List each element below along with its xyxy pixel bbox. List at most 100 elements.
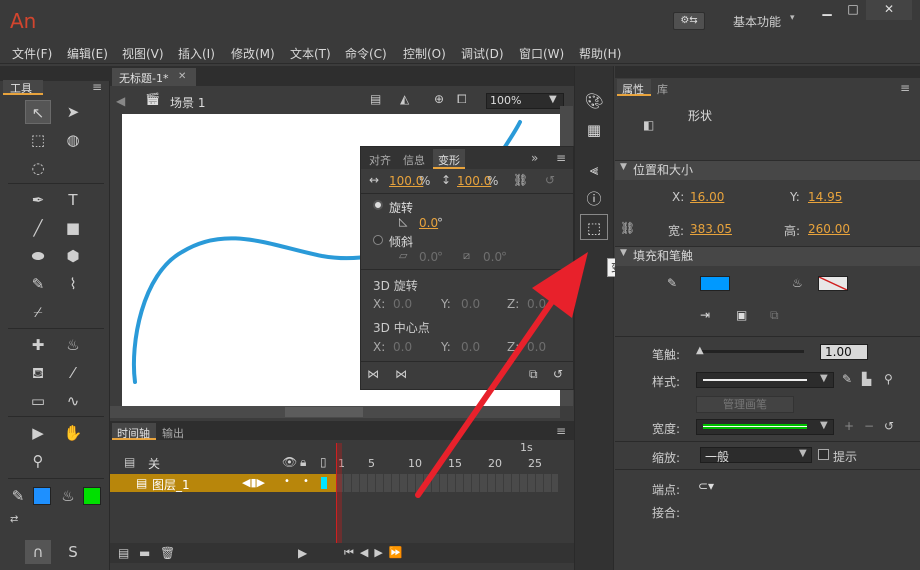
workspace-switcher[interactable]: 基本功能 bbox=[733, 13, 781, 30]
chevron-down-icon[interactable]: ▾ bbox=[790, 13, 795, 23]
c3d-y-value[interactable]: 0.0 bbox=[461, 340, 480, 354]
center-stage-icon[interactable]: ⊕ bbox=[434, 92, 444, 106]
menu-control[interactable]: 控制(O) bbox=[403, 45, 446, 62]
zoom-dropdown-icon[interactable]: ▼ bbox=[549, 94, 557, 105]
add-width-icon[interactable]: + bbox=[844, 419, 854, 433]
lock-icon[interactable]: 🔒︎ bbox=[300, 455, 306, 470]
scale-select[interactable]: 一般 bbox=[700, 447, 812, 464]
brush-library-icon[interactable]: ▙ bbox=[862, 372, 871, 386]
stroke-size-slider[interactable] bbox=[700, 350, 804, 353]
stroke-color-swatch[interactable] bbox=[700, 276, 730, 291]
playback-controls[interactable]: ⏮◀▶⏩ bbox=[344, 546, 409, 560]
remove-transform-icon[interactable]: ↺ bbox=[553, 367, 563, 381]
rot3d-y-value[interactable]: 0.0 bbox=[461, 297, 480, 311]
close-button[interactable]: ✕ bbox=[866, 0, 912, 20]
3d-rotation-tool-icon[interactable]: ◍ bbox=[60, 128, 86, 152]
menu-view[interactable]: 视图(V) bbox=[122, 45, 164, 62]
horizontal-scroll-thumb[interactable] bbox=[285, 407, 363, 417]
zoom-tool-icon[interactable]: ⚲ bbox=[25, 449, 51, 473]
fill-color-none-swatch[interactable] bbox=[818, 276, 848, 291]
tab-transform[interactable]: 变形 bbox=[438, 152, 460, 168]
layer-name[interactable]: 图层_1 bbox=[152, 476, 190, 493]
skew-h-value[interactable]: 0.0 bbox=[419, 250, 438, 264]
free-transform-tool-icon[interactable]: ⬚ bbox=[25, 128, 51, 152]
layer-outline-color[interactable] bbox=[321, 477, 327, 489]
pencil-tool-icon[interactable]: ✎ bbox=[25, 272, 51, 296]
tab-output[interactable]: 输出 bbox=[162, 425, 184, 441]
slider-thumb[interactable]: ▲ bbox=[696, 345, 704, 356]
tools-tab[interactable]: 工具 bbox=[10, 80, 32, 96]
ink-bottle-tool-icon[interactable]: ⛾ bbox=[25, 361, 51, 385]
lock-aspect-icon[interactable]: ⛓ bbox=[620, 221, 635, 235]
tab-info[interactable]: 信息 bbox=[403, 152, 425, 168]
panel-menu-icon[interactable]: ≡ bbox=[556, 151, 566, 165]
manage-brush-button[interactable]: 管理画笔 bbox=[696, 396, 794, 413]
menu-file[interactable]: 文件(F) bbox=[12, 45, 52, 62]
skew-radio[interactable] bbox=[373, 235, 383, 245]
delete-layer-icon[interactable]: 🗑︎ bbox=[160, 546, 175, 560]
rot3d-z-value[interactable]: 0.0 bbox=[527, 297, 546, 311]
new-folder-icon[interactable]: ▬ bbox=[139, 546, 150, 560]
edit-stroke-icon[interactable]: ✎ bbox=[842, 372, 852, 386]
stroke-hint-icon[interactable]: ⇥ bbox=[700, 308, 710, 322]
new-layer-icon[interactable]: ▤ bbox=[118, 546, 129, 560]
cap-style-icon[interactable]: ⊂▾ bbox=[698, 479, 714, 493]
eraser-tool-icon[interactable]: ▭ bbox=[25, 389, 51, 413]
fill-stroke-section[interactable]: 填充和笔触 bbox=[615, 246, 920, 266]
rectangle-tool-icon[interactable]: ■ bbox=[60, 216, 86, 240]
skew-v-value[interactable]: 0.0 bbox=[483, 250, 502, 264]
edit-scene-icon[interactable]: ▤ bbox=[370, 92, 381, 106]
oval-tool-icon[interactable]: ⬬ bbox=[25, 244, 51, 268]
layer-visible-dot[interactable]: • bbox=[284, 476, 290, 487]
menu-insert[interactable]: 插入(I) bbox=[178, 45, 215, 62]
width-tool-icon[interactable]: ∿ bbox=[60, 389, 86, 413]
paint-bucket-tool-icon[interactable]: ♨ bbox=[60, 333, 86, 357]
position-size-section[interactable]: 位置和大小 bbox=[615, 160, 920, 180]
panel-menu-icon[interactable]: ≡ bbox=[900, 81, 910, 95]
fill-color-swatch[interactable] bbox=[83, 487, 101, 505]
align-panel-icon[interactable]: ⫷ bbox=[580, 157, 608, 183]
flip-horizontal-icon[interactable]: ⋈ bbox=[367, 367, 379, 381]
camera-tool-icon[interactable]: ▶ bbox=[25, 421, 51, 445]
width-value[interactable]: 383.05 bbox=[690, 222, 732, 236]
rot3d-x-value[interactable]: 0.0 bbox=[393, 297, 412, 311]
subselection-tool-icon[interactable]: ➤ bbox=[60, 100, 86, 124]
remove-width-icon[interactable]: − bbox=[864, 419, 874, 433]
menu-modify[interactable]: 修改(M) bbox=[231, 45, 275, 62]
rotate-radio[interactable] bbox=[373, 200, 383, 210]
document-title[interactable]: 无标题-1* bbox=[119, 70, 168, 86]
workspace-sync-button[interactable]: ⚙⇆ bbox=[673, 12, 705, 30]
hand-tool-icon[interactable]: ✋ bbox=[60, 421, 86, 445]
show-all-layers-label[interactable]: 关 bbox=[148, 455, 160, 472]
paint-brush-tool-icon[interactable]: ⌿ bbox=[25, 300, 51, 324]
lasso-tool-icon[interactable]: ◌ bbox=[25, 156, 51, 180]
constrain-link-icon[interactable]: ⛓ bbox=[513, 173, 528, 187]
eye-icon[interactable]: 👁︎ bbox=[282, 455, 297, 469]
tab-library[interactable]: 库 bbox=[657, 81, 668, 97]
info-panel-icon[interactable]: ⓘ bbox=[580, 186, 608, 212]
pen-tool-icon[interactable]: ✒ bbox=[25, 188, 51, 212]
maximize-button[interactable]: □ bbox=[838, 0, 868, 20]
polystar-tool-icon[interactable]: ⬢ bbox=[60, 244, 86, 268]
color-panel-icon[interactable]: 🎨︎ bbox=[580, 88, 608, 114]
menu-commands[interactable]: 命令(C) bbox=[345, 45, 387, 62]
menu-text[interactable]: 文本(T) bbox=[290, 45, 331, 62]
chevron-down-icon[interactable]: ▼ bbox=[820, 420, 828, 431]
line-tool-icon[interactable]: ╱ bbox=[25, 216, 51, 240]
eyedropper-tool-icon[interactable]: ⁄ bbox=[60, 361, 86, 385]
hint-checkbox[interactable] bbox=[818, 449, 829, 460]
panel-menu-icon[interactable]: ≡ bbox=[556, 424, 566, 438]
stroke-color-swatch[interactable] bbox=[33, 487, 51, 505]
section-expand-icon[interactable]: ▼ bbox=[620, 162, 627, 172]
snap-to-objects-icon[interactable]: ∩ bbox=[25, 540, 51, 564]
rotate-value[interactable]: 0.0 bbox=[419, 216, 438, 230]
panel-menu-icon[interactable]: ≡ bbox=[92, 80, 102, 94]
swap-colors-icon[interactable]: ⇄ bbox=[10, 514, 18, 525]
outline-icon[interactable]: ▯ bbox=[320, 455, 327, 469]
tab-align[interactable]: 对齐 bbox=[369, 152, 391, 168]
clip-content-icon[interactable]: ⧠ bbox=[457, 92, 467, 107]
edit-symbols-icon[interactable]: ◭ bbox=[400, 92, 409, 106]
height-value[interactable]: 260.00 bbox=[808, 222, 850, 236]
transform-panel-icon[interactable]: ⬚ bbox=[580, 214, 608, 240]
menu-help[interactable]: 帮助(H) bbox=[579, 45, 621, 62]
